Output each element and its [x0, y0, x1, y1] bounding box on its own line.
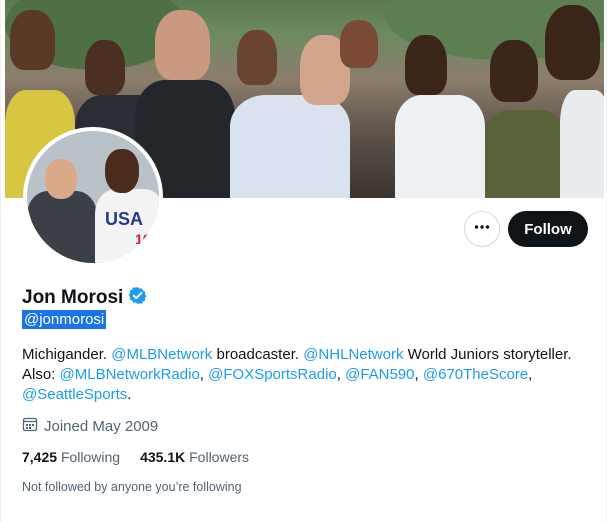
bio-mention-link[interactable]: @FOXSportsRadio — [208, 366, 337, 383]
calendar-icon — [22, 416, 38, 436]
followers-label: Followers — [189, 449, 250, 465]
more-horizontal-icon — [473, 218, 491, 241]
bio-mention-link[interactable]: @FAN590 — [345, 366, 414, 383]
followed-by-note: Not followed by anyone you’re following — [22, 480, 242, 494]
following-count: 7,425 — [22, 449, 58, 465]
followers-stat-link[interactable]: 435.1K Followers — [140, 449, 249, 465]
bio-separator: , — [199, 366, 209, 383]
bio-mention-link[interactable]: @SeattleSports — [22, 386, 127, 403]
profile-card: USA 10 Follow Jon Morosi @jonmorosi Mich… — [0, 0, 607, 522]
profile-handle: @jonmorosi — [22, 310, 107, 329]
bio-separator: , — [528, 366, 533, 383]
profile-bio: Michigander. @MLBNetwork broadcaster. @N… — [22, 345, 592, 405]
verified-badge-icon — [128, 286, 147, 310]
follow-stats: 7,425 Following 435.1K Followers — [22, 449, 249, 465]
bio-mention-link[interactable]: @MLBNetworkRadio — [60, 366, 200, 383]
profile-avatar[interactable]: USA 10 — [23, 127, 163, 267]
bio-text: . — [127, 386, 132, 403]
bio-text: Michigander. — [22, 346, 112, 363]
bio-mention-link[interactable]: @MLBNetwork — [111, 346, 212, 363]
bio-mention-link[interactable]: @NHLNetwork — [303, 346, 403, 363]
joined-text: Joined May 2009 — [44, 417, 159, 435]
bio-separator: , — [336, 366, 346, 383]
following-stat-link[interactable]: 7,425 Following — [22, 449, 120, 465]
profile-name: Jon Morosi — [22, 287, 124, 308]
bio-mention-link[interactable]: @670TheScore — [423, 366, 528, 383]
follow-button[interactable]: Follow — [508, 211, 588, 247]
bio-separator: , — [414, 366, 423, 383]
joined-date: Joined May 2009 — [22, 416, 158, 436]
profile-name-row: Jon Morosi — [22, 286, 147, 310]
bio-text: broadcaster. — [212, 346, 304, 363]
following-label: Following — [60, 449, 121, 465]
more-options-button[interactable] — [464, 211, 500, 247]
followers-count: 435.1K — [140, 449, 186, 465]
